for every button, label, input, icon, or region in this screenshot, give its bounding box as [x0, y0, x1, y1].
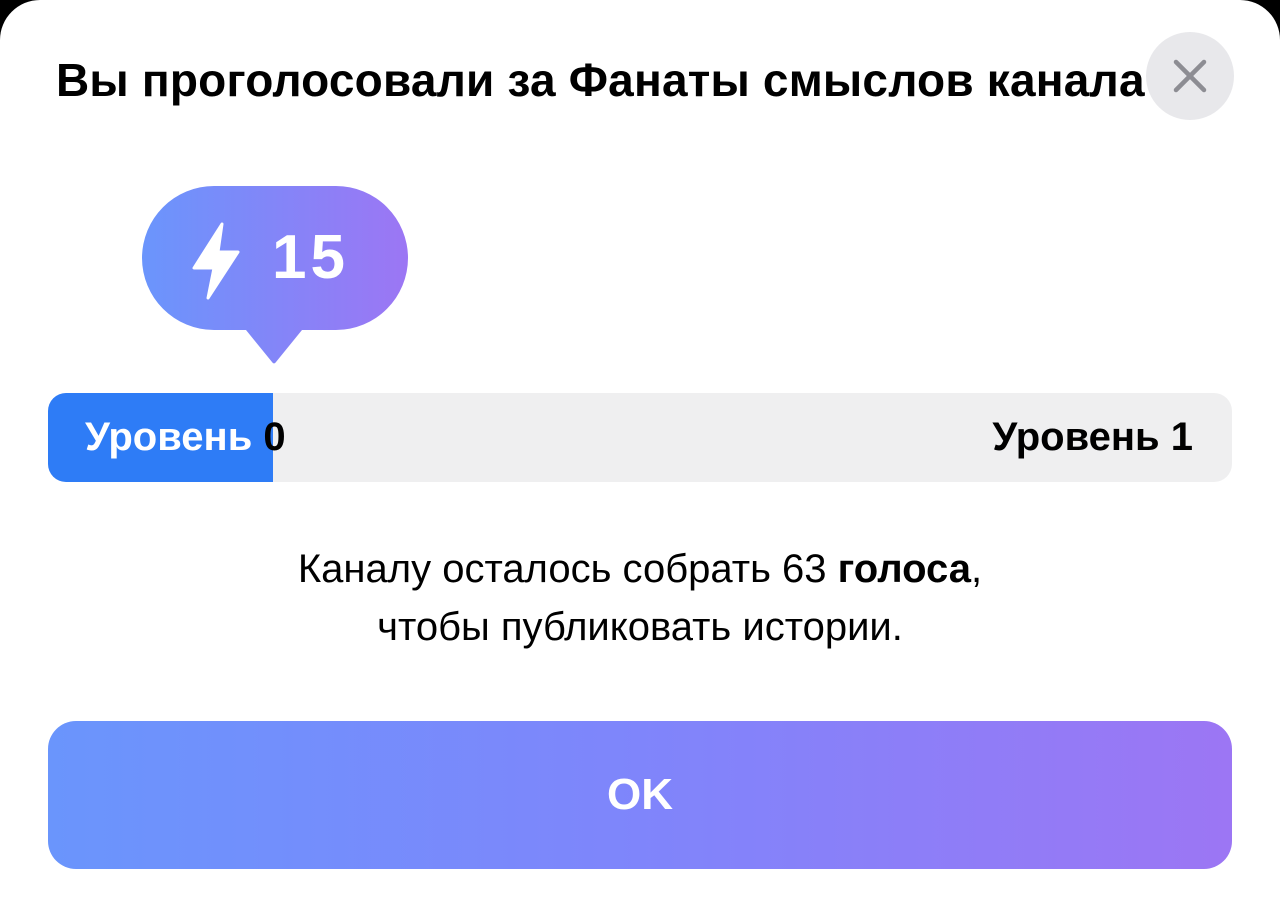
dialog-title: Вы проголосовали за Фанаты смыслов канал… — [56, 54, 1145, 106]
current-level-word: Уровень — [85, 415, 253, 459]
boost-count-bubble: 15 — [142, 186, 408, 366]
level-progress-bar: Уровень 0 Уровень 1 — [48, 393, 1232, 482]
close-button[interactable] — [1146, 32, 1234, 120]
message-comma: , — [971, 547, 983, 591]
lightning-bolt-icon — [192, 222, 240, 300]
boost-count: 15 — [272, 223, 349, 292]
message-text: Каналу осталось собрать 63 — [297, 547, 838, 591]
next-level-label: Уровень 1 — [992, 415, 1193, 459]
votes-remaining-message: Каналу осталось собрать 63 голоса, чтобы… — [140, 540, 1140, 656]
current-level-number: 0 — [263, 415, 286, 459]
message-line-2: чтобы публиковать истории. — [377, 605, 903, 649]
ok-button[interactable]: OK — [48, 721, 1232, 869]
current-level-label: Уровень 0 — [85, 393, 286, 482]
close-icon — [1173, 59, 1207, 93]
vote-dialog: Вы проголосовали за Фанаты смыслов канал… — [0, 0, 1280, 904]
message-bold: голоса — [837, 547, 971, 591]
